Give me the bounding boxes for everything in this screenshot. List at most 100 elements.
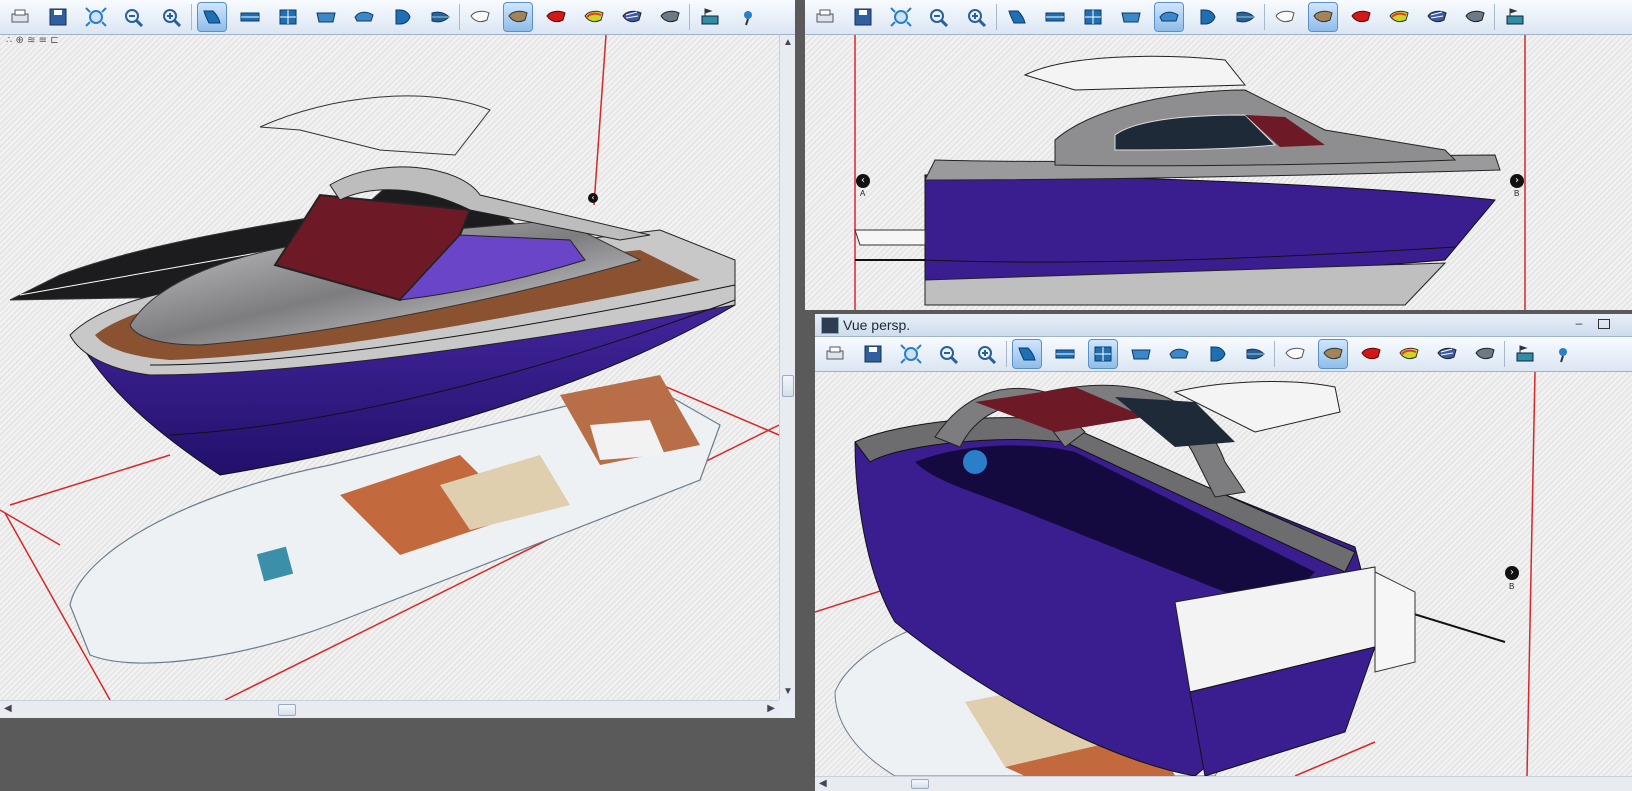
view-deck-button[interactable] — [350, 3, 378, 31]
zoom-fit-icon — [85, 7, 107, 27]
print-button[interactable] — [6, 3, 34, 31]
view-half-shaded-button[interactable] — [426, 3, 454, 31]
view-half-shaded-button[interactable] — [1241, 340, 1269, 368]
render-grey-icon — [1465, 10, 1485, 23]
layers-button[interactable] — [1511, 340, 1539, 368]
zoom-fit-button[interactable] — [82, 3, 110, 31]
view-profile-button[interactable] — [1127, 340, 1155, 368]
view-half-shaded-button[interactable] — [1231, 3, 1259, 31]
view-plan-button[interactable] — [236, 3, 264, 31]
left-3d-viewport[interactable]: ∴ ⊕ ≋ ≡ ⊏ ‹ — [0, 35, 779, 700]
view-hull-button[interactable] — [1012, 339, 1042, 369]
render-shaded-button[interactable] — [1308, 2, 1338, 32]
view-body-icon — [1084, 9, 1102, 25]
perspective-horizontal-scrollbar[interactable]: ◀ — [815, 776, 1632, 791]
scroll-down-arrow[interactable]: ▼ — [783, 686, 793, 698]
save-button[interactable] — [849, 3, 877, 31]
render-grey-button[interactable] — [1471, 340, 1499, 368]
zoom-fit-button[interactable] — [887, 3, 915, 31]
view-hull-button[interactable] — [197, 2, 227, 32]
layers-icon — [1516, 345, 1534, 362]
zoom-out-button[interactable] — [925, 3, 953, 31]
render-stripes-button[interactable] — [1433, 340, 1461, 368]
zoom-in-button[interactable] — [973, 340, 1001, 368]
view-profile-button[interactable] — [312, 3, 340, 31]
perspective-titlebar[interactable]: Vue persp. – — [815, 314, 1632, 337]
marker-right-label: B — [1514, 189, 1520, 198]
left-vertical-scrollbar[interactable]: ▲ ▼ — [779, 35, 795, 700]
render-grey-button[interactable] — [1461, 3, 1489, 31]
render-curvature-button[interactable] — [1395, 340, 1423, 368]
render-stripes-button[interactable] — [1423, 3, 1451, 31]
render-stripes-button[interactable] — [618, 3, 646, 31]
zoom-in-button[interactable] — [158, 3, 186, 31]
zoom-in-button[interactable] — [963, 3, 991, 31]
scroll-thumb[interactable] — [911, 779, 929, 789]
perspective-viewport[interactable]: › B — [815, 372, 1632, 776]
render-red-button[interactable] — [1347, 3, 1375, 31]
scroll-left-arrow[interactable]: ◀ — [819, 778, 827, 790]
perspective-window: Vue persp. – › B ◀ — [815, 314, 1632, 791]
render-shaded-button[interactable] — [1318, 339, 1348, 369]
save-icon — [49, 8, 67, 26]
marker-left[interactable]: ‹ — [856, 174, 870, 188]
toolbar-separator — [1494, 4, 1495, 30]
pin-button[interactable] — [734, 3, 762, 31]
render-wire-button[interactable] — [1281, 340, 1309, 368]
view-hull-button[interactable] — [1003, 3, 1031, 31]
zoom-out-icon — [930, 9, 949, 27]
render-wire-button[interactable] — [466, 3, 494, 31]
view-half-icon — [395, 9, 411, 25]
view-deck-button[interactable] — [1165, 340, 1193, 368]
view-half-button[interactable] — [388, 3, 416, 31]
view-plan-button[interactable] — [1051, 340, 1079, 368]
render-red-button[interactable] — [542, 3, 570, 31]
scroll-right-arrow[interactable]: ▶ — [767, 703, 775, 715]
layers-button[interactable] — [1501, 3, 1529, 31]
marker-right[interactable]: ‹ — [588, 193, 598, 203]
zoom-fit-button[interactable] — [897, 340, 925, 368]
print-button[interactable] — [811, 3, 839, 31]
print-button[interactable] — [821, 340, 849, 368]
view-plan-button[interactable] — [1041, 3, 1069, 31]
zoom-in-icon — [968, 9, 987, 27]
view-deck-button[interactable] — [1154, 2, 1184, 32]
render-curvature-icon — [1399, 347, 1419, 360]
scroll-left-arrow[interactable]: ◀ — [4, 703, 12, 715]
pin-button[interactable] — [1549, 340, 1577, 368]
view-profile-icon — [1131, 349, 1151, 360]
save-icon — [854, 8, 872, 26]
save-button[interactable] — [859, 340, 887, 368]
view-half-button[interactable] — [1203, 340, 1231, 368]
view-profile-button[interactable] — [1117, 3, 1145, 31]
layers-icon — [1506, 8, 1524, 25]
scroll-up-arrow[interactable]: ▲ — [783, 37, 793, 49]
scroll-thumb[interactable] — [278, 704, 296, 716]
side-viewport[interactable]: ‹ A › B — [805, 35, 1632, 310]
marker-right-label: B — [1509, 582, 1515, 591]
render-curvature-button[interactable] — [580, 3, 608, 31]
scroll-thumb[interactable] — [782, 375, 794, 397]
render-wire-icon — [1275, 10, 1295, 23]
view-body-button[interactable] — [1079, 3, 1107, 31]
print-icon — [816, 9, 834, 23]
render-red-button[interactable] — [1357, 340, 1385, 368]
minimize-button[interactable]: – — [1572, 317, 1586, 330]
save-button[interactable] — [44, 3, 72, 31]
left-toolbar — [0, 0, 795, 35]
view-body-button[interactable] — [1088, 339, 1118, 369]
marker-right[interactable]: › — [1505, 566, 1519, 580]
render-curvature-button[interactable] — [1385, 3, 1413, 31]
left-horizontal-scrollbar[interactable]: ◀ ▶ — [0, 700, 779, 718]
zoom-out-button[interactable] — [935, 340, 963, 368]
zoom-out-button[interactable] — [120, 3, 148, 31]
marker-right[interactable]: › — [1510, 174, 1524, 188]
render-wire-button[interactable] — [1271, 3, 1299, 31]
layers-button[interactable] — [696, 3, 724, 31]
render-shaded-button[interactable] — [503, 2, 533, 32]
render-grey-button[interactable] — [656, 3, 684, 31]
view-half-button[interactable] — [1193, 3, 1221, 31]
maximize-button[interactable] — [1598, 319, 1610, 329]
view-body-button[interactable] — [274, 3, 302, 31]
marker-left-label: A — [860, 189, 866, 198]
